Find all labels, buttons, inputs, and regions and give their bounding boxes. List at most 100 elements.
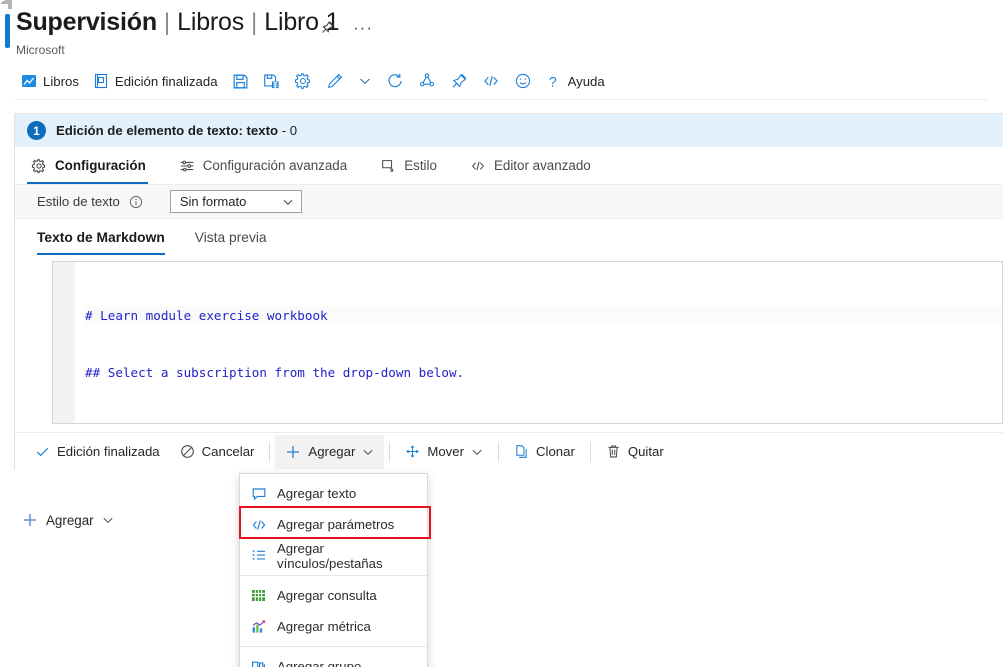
action-quitar[interactable]: Quitar bbox=[596, 435, 674, 469]
text-bubble-icon bbox=[250, 486, 267, 502]
command-bar: Libros Edición finalizada ? Ayuda bbox=[0, 64, 1003, 98]
cmd-edit[interactable] bbox=[319, 66, 351, 96]
breadcrumb: Supervisión | Libros | Libro 1 bbox=[16, 8, 340, 37]
pin-icon bbox=[450, 72, 468, 90]
settings-tablist: Configuración Configuración avanzada Est… bbox=[15, 147, 1003, 185]
cmd-ayuda[interactable]: ? Ayuda bbox=[539, 66, 612, 96]
action-clonar[interactable]: Clonar bbox=[504, 435, 585, 469]
tab-configuracion-avanzada-label: Configuración avanzada bbox=[202, 158, 348, 173]
action-edicion-finalizada[interactable]: Edición finalizada bbox=[25, 435, 170, 469]
menu-item-agregar-vinculos-pestanas[interactable]: Agregar vínculos/pestañas bbox=[240, 540, 427, 571]
code-icon bbox=[470, 158, 486, 174]
markdown-code-editor[interactable]: # Learn module exercise workbook ## Sele… bbox=[52, 261, 1003, 424]
cmd-edicion-finalizada-label: Edición finalizada bbox=[114, 73, 218, 89]
markdown-tablist: Texto de Markdown Vista previa bbox=[15, 219, 1003, 255]
action-agregar[interactable]: Agregar bbox=[275, 434, 385, 469]
question-icon: ? bbox=[546, 73, 562, 90]
cmd-libros[interactable]: Libros bbox=[14, 66, 86, 96]
save-icon bbox=[232, 73, 249, 90]
cmd-pin[interactable] bbox=[443, 66, 475, 96]
chevron-down-icon bbox=[358, 74, 372, 88]
action-edicion-finalizada-label: Edición finalizada bbox=[57, 444, 160, 459]
page-header: Supervisión | Libros | Libro 1 Microsoft… bbox=[0, 8, 1003, 57]
pencil-icon bbox=[326, 72, 344, 90]
breadcrumb-separator-2: | bbox=[251, 9, 258, 36]
gear-icon bbox=[31, 158, 47, 174]
workbook-editor-window: Supervisión | Libros | Libro 1 Microsoft… bbox=[0, 0, 1003, 667]
move-icon bbox=[405, 444, 420, 459]
text-style-row: Estilo de texto Sin formato bbox=[15, 185, 1003, 219]
menu-separator-2 bbox=[240, 646, 427, 647]
chevron-down-icon bbox=[102, 514, 114, 526]
menu-item-agregar-grupo[interactable]: Agregar grupo bbox=[240, 651, 427, 667]
tab-texto-markdown[interactable]: Texto de Markdown bbox=[37, 219, 165, 255]
list-icon bbox=[250, 548, 267, 564]
gear-icon bbox=[294, 72, 312, 90]
info-icon[interactable] bbox=[129, 195, 143, 209]
menu-item-agregar-metrica[interactable]: Agregar métrica bbox=[240, 611, 427, 642]
menu-item-agregar-parametros-label: Agregar parámetros bbox=[277, 517, 395, 532]
cmd-refresh[interactable] bbox=[379, 66, 411, 96]
editor-content[interactable]: # Learn module exercise workbook ## Sele… bbox=[75, 262, 1002, 423]
tab-texto-markdown-label: Texto de Markdown bbox=[37, 229, 165, 245]
footer-add-button[interactable]: Agregar bbox=[14, 508, 122, 532]
menu-item-agregar-texto[interactable]: Agregar texto bbox=[240, 478, 427, 509]
cancel-icon bbox=[180, 444, 195, 459]
menu-item-agregar-consulta-label: Agregar consulta bbox=[277, 588, 377, 603]
pin-icon[interactable] bbox=[320, 20, 335, 35]
menu-item-agregar-texto-label: Agregar texto bbox=[277, 486, 357, 501]
cmd-save-as[interactable] bbox=[256, 66, 287, 96]
cmd-edit-caret[interactable] bbox=[351, 66, 379, 96]
action-divider-4 bbox=[589, 441, 591, 462]
tab-editor-avanzado[interactable]: Editor avanzado bbox=[466, 147, 604, 184]
editor-gutter bbox=[53, 262, 75, 423]
grid-green-icon bbox=[250, 588, 267, 603]
page-subtitle: Microsoft bbox=[16, 43, 65, 57]
cmd-settings[interactable] bbox=[287, 66, 319, 96]
svg-text:?: ? bbox=[549, 73, 557, 89]
text-style-label: Estilo de texto bbox=[37, 194, 120, 209]
metric-chart-icon bbox=[250, 619, 267, 635]
tab-configuracion-avanzada[interactable]: Configuración avanzada bbox=[175, 147, 360, 184]
command-bar-divider bbox=[14, 99, 989, 100]
chevron-down-icon bbox=[282, 196, 294, 208]
cmd-code[interactable] bbox=[475, 66, 507, 96]
action-divider-2 bbox=[389, 441, 391, 462]
code-icon bbox=[250, 517, 267, 533]
plus-icon bbox=[22, 512, 38, 528]
chevron-down-icon bbox=[362, 446, 374, 458]
text-style-select[interactable]: Sin formato bbox=[169, 190, 302, 213]
tab-configuracion-label: Configuración bbox=[55, 158, 146, 173]
tab-estilo[interactable]: Estilo bbox=[376, 147, 450, 184]
action-mover[interactable]: Mover bbox=[395, 435, 493, 469]
plus-icon bbox=[285, 444, 301, 460]
cmd-share[interactable] bbox=[411, 66, 443, 96]
cmd-feedback[interactable] bbox=[507, 66, 539, 96]
menu-item-agregar-consulta[interactable]: Agregar consulta bbox=[240, 580, 427, 611]
save-as-icon bbox=[263, 73, 280, 90]
menu-item-agregar-parametros[interactable]: Agregar parámetros bbox=[240, 509, 427, 540]
title-accent-bar bbox=[5, 14, 10, 48]
element-action-bar: Edición finalizada Cancelar Agregar Move… bbox=[15, 432, 1003, 470]
menu-item-agregar-grupo-label: Agregar grupo bbox=[277, 659, 362, 667]
action-cancelar-label: Cancelar bbox=[201, 444, 255, 459]
chevron-down-icon bbox=[471, 446, 483, 458]
code-line-2: ## Select a subscription from the drop-d… bbox=[85, 365, 465, 380]
menu-item-agregar-vinculos-pestanas-label: Agregar vínculos/pestañas bbox=[277, 540, 383, 571]
header-actions: ··· bbox=[320, 19, 373, 36]
cmd-save[interactable] bbox=[225, 66, 256, 96]
tab-estilo-label: Estilo bbox=[404, 158, 437, 173]
cmd-edicion-finalizada[interactable]: Edición finalizada bbox=[86, 66, 225, 96]
editor-panel: 1 Edición de elemento de texto: texto - … bbox=[14, 113, 1003, 470]
tab-editor-avanzado-label: Editor avanzado bbox=[493, 158, 591, 173]
breadcrumb-item-libros: Libros bbox=[177, 8, 245, 36]
tab-vista-previa[interactable]: Vista previa bbox=[195, 219, 267, 255]
cmd-ayuda-label: Ayuda bbox=[567, 73, 605, 89]
footer-add-label: Agregar bbox=[46, 512, 94, 528]
ellipsis-icon[interactable]: ··· bbox=[353, 19, 373, 36]
cmd-libros-label: Libros bbox=[43, 73, 79, 89]
tab-configuracion[interactable]: Configuración bbox=[27, 147, 159, 184]
action-quitar-label: Quitar bbox=[627, 444, 664, 459]
step-banner-title: Edición de elemento de texto: texto - 0 bbox=[56, 123, 297, 138]
action-cancelar[interactable]: Cancelar bbox=[170, 435, 265, 469]
